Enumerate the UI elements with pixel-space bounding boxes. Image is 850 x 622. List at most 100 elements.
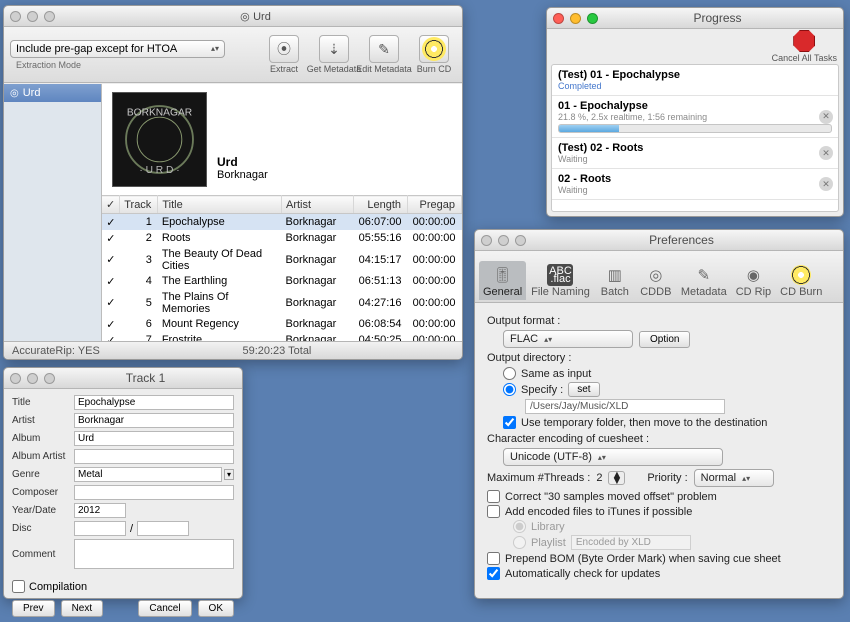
close-icon[interactable] xyxy=(481,235,492,246)
col-title[interactable]: Title xyxy=(158,196,282,214)
composer-field[interactable] xyxy=(74,485,234,500)
row-check[interactable]: ✓ xyxy=(102,214,120,231)
prefs-body: Output format : FLAC▴▾ Option Output dir… xyxy=(475,303,843,598)
close-icon[interactable] xyxy=(10,11,21,22)
priority-popup[interactable]: Normal▴▾ xyxy=(694,469,774,487)
progress-titlebar[interactable]: Progress xyxy=(547,8,843,29)
table-row[interactable]: ✓3The Beauty Of Dead CitiesBorknagar04:1… xyxy=(102,246,462,273)
minimize-icon[interactable] xyxy=(570,13,581,24)
genre-dropdown-icon[interactable]: ▾ xyxy=(224,469,234,480)
prefs-titlebar[interactable]: Preferences xyxy=(475,230,843,251)
col-track[interactable]: Track xyxy=(120,196,158,214)
cancel-task-icon[interactable]: ✕ xyxy=(819,110,833,124)
zoom-icon[interactable] xyxy=(587,13,598,24)
cancel-button[interactable]: Cancel xyxy=(138,600,191,617)
charenc-popup[interactable]: Unicode (UTF-8)▴▾ xyxy=(503,448,723,466)
get-metadata-icon: ⇣ xyxy=(319,35,349,63)
cancel-task-icon[interactable]: ✕ xyxy=(819,177,833,191)
close-icon[interactable] xyxy=(10,373,21,384)
option-button[interactable]: Option xyxy=(639,331,690,348)
zoom-icon[interactable] xyxy=(515,235,526,246)
source-item-urd[interactable]: Urd xyxy=(4,84,101,102)
tab-cd-burn[interactable]: CD Burn xyxy=(776,261,826,300)
library-radio xyxy=(513,520,526,533)
accuraterip-status: AccurateRip: YES xyxy=(12,345,100,357)
popup-arrows-icon: ▴▾ xyxy=(544,335,552,344)
add-itunes-checkbox[interactable] xyxy=(487,505,500,518)
pregap-popup[interactable]: Include pre-gap except for HTOA▴▾ xyxy=(10,40,225,58)
main-toolbar: Include pre-gap except for HTOA▴▾ Extrac… xyxy=(4,27,462,83)
year-field[interactable] xyxy=(74,503,126,518)
get-metadata-button[interactable]: ⇣Get Metadata xyxy=(312,35,356,74)
disc-total-field[interactable] xyxy=(137,521,189,536)
table-row[interactable]: ✓6Mount RegencyBorknagar06:08:5400:00:00 xyxy=(102,316,462,332)
album-field[interactable] xyxy=(74,431,234,446)
traffic-lights xyxy=(10,11,55,22)
col-length[interactable]: Length xyxy=(354,196,408,214)
row-check[interactable]: ✓ xyxy=(102,332,120,341)
table-row[interactable]: ✓5The Plains Of MemoriesBorknagar04:27:1… xyxy=(102,289,462,316)
cancel-all-button[interactable]: Cancel All Tasks xyxy=(772,30,837,63)
comment-field[interactable] xyxy=(74,539,234,569)
zoom-icon[interactable] xyxy=(44,373,55,384)
preferences-window: Preferences 🎚General ABC.flacFile Naming… xyxy=(474,229,844,599)
tab-metadata[interactable]: ✎Metadata xyxy=(677,261,731,300)
tab-file-naming[interactable]: ABC.flacFile Naming xyxy=(527,261,594,300)
table-row[interactable]: ✓4The EarthlingBorknagar06:51:1300:00:00 xyxy=(102,273,462,289)
minimize-icon[interactable] xyxy=(498,235,509,246)
specify-radio[interactable] xyxy=(503,383,516,396)
window-title: Urd xyxy=(253,11,271,23)
title-field[interactable] xyxy=(74,395,234,410)
track-editor-window: Track 1 Title Artist Album Album Artist … xyxy=(3,367,243,599)
set-path-button[interactable]: set xyxy=(568,382,599,397)
output-format-popup[interactable]: FLAC▴▾ xyxy=(503,330,633,348)
correct30-checkbox[interactable] xyxy=(487,490,500,503)
track-table[interactable]: ✓ Track Title Artist Length Pregap ✓1Epo… xyxy=(102,195,462,341)
same-as-input-radio[interactable] xyxy=(503,367,516,380)
auto-update-checkbox[interactable] xyxy=(487,567,500,580)
artist-field[interactable] xyxy=(74,413,234,428)
tab-cd-rip[interactable]: ◉CD Rip xyxy=(732,261,775,300)
svg-text:· U R D ·: · U R D · xyxy=(139,165,179,176)
disc-num-field[interactable] xyxy=(74,521,126,536)
burn-cd-button[interactable]: Burn CD xyxy=(412,35,456,74)
track1-titlebar[interactable]: Track 1 xyxy=(4,368,242,389)
tab-general[interactable]: 🎚General xyxy=(479,261,526,300)
row-check[interactable]: ✓ xyxy=(102,316,120,332)
source-list[interactable]: Urd xyxy=(4,84,102,341)
row-check[interactable]: ✓ xyxy=(102,230,120,246)
album-art[interactable]: BORKNAGAR· U R D · xyxy=(112,92,207,187)
table-row[interactable]: ✓7FrostriteBorknagar04:50:2500:00:00 xyxy=(102,332,462,341)
main-titlebar[interactable]: ◎ Urd xyxy=(4,6,462,27)
minimize-icon[interactable] xyxy=(27,11,38,22)
temp-folder-checkbox[interactable] xyxy=(503,416,516,429)
zoom-icon[interactable] xyxy=(44,11,55,22)
table-row[interactable]: ✓1EpochalypseBorknagar06:07:0000:00:00 xyxy=(102,214,462,231)
threads-stepper[interactable]: ▲▼ xyxy=(608,471,625,485)
minimize-icon[interactable] xyxy=(27,373,38,384)
row-check[interactable]: ✓ xyxy=(102,289,120,316)
playlist-radio xyxy=(513,536,526,549)
row-check[interactable]: ✓ xyxy=(102,246,120,273)
col-pregap[interactable]: Pregap xyxy=(408,196,462,214)
table-row[interactable]: ✓2RootsBorknagar05:55:1600:00:00 xyxy=(102,230,462,246)
row-check[interactable]: ✓ xyxy=(102,273,120,289)
cancel-task-icon[interactable]: ✕ xyxy=(819,146,833,160)
edit-metadata-button[interactable]: ✎Edit Metadata xyxy=(362,35,406,74)
genre-field[interactable] xyxy=(74,467,222,482)
task-item: (Test) 01 - EpochalypseCompleted xyxy=(552,65,838,96)
album-artist-field[interactable] xyxy=(74,449,234,464)
compilation-checkbox[interactable] xyxy=(12,580,25,593)
ok-button[interactable]: OK xyxy=(198,600,234,617)
next-button[interactable]: Next xyxy=(61,600,104,617)
window-title: Preferences xyxy=(526,233,837,247)
extract-button[interactable]: ⦿Extract xyxy=(262,35,306,74)
col-check[interactable]: ✓ xyxy=(102,196,120,214)
disc-icon: ◎ xyxy=(240,11,250,23)
tab-batch[interactable]: ▥Batch xyxy=(595,261,635,300)
prev-button[interactable]: Prev xyxy=(12,600,55,617)
prepend-bom-checkbox[interactable] xyxy=(487,552,500,565)
col-artist[interactable]: Artist xyxy=(282,196,354,214)
tab-cddb[interactable]: ◎CDDB xyxy=(636,261,676,300)
close-icon[interactable] xyxy=(553,13,564,24)
